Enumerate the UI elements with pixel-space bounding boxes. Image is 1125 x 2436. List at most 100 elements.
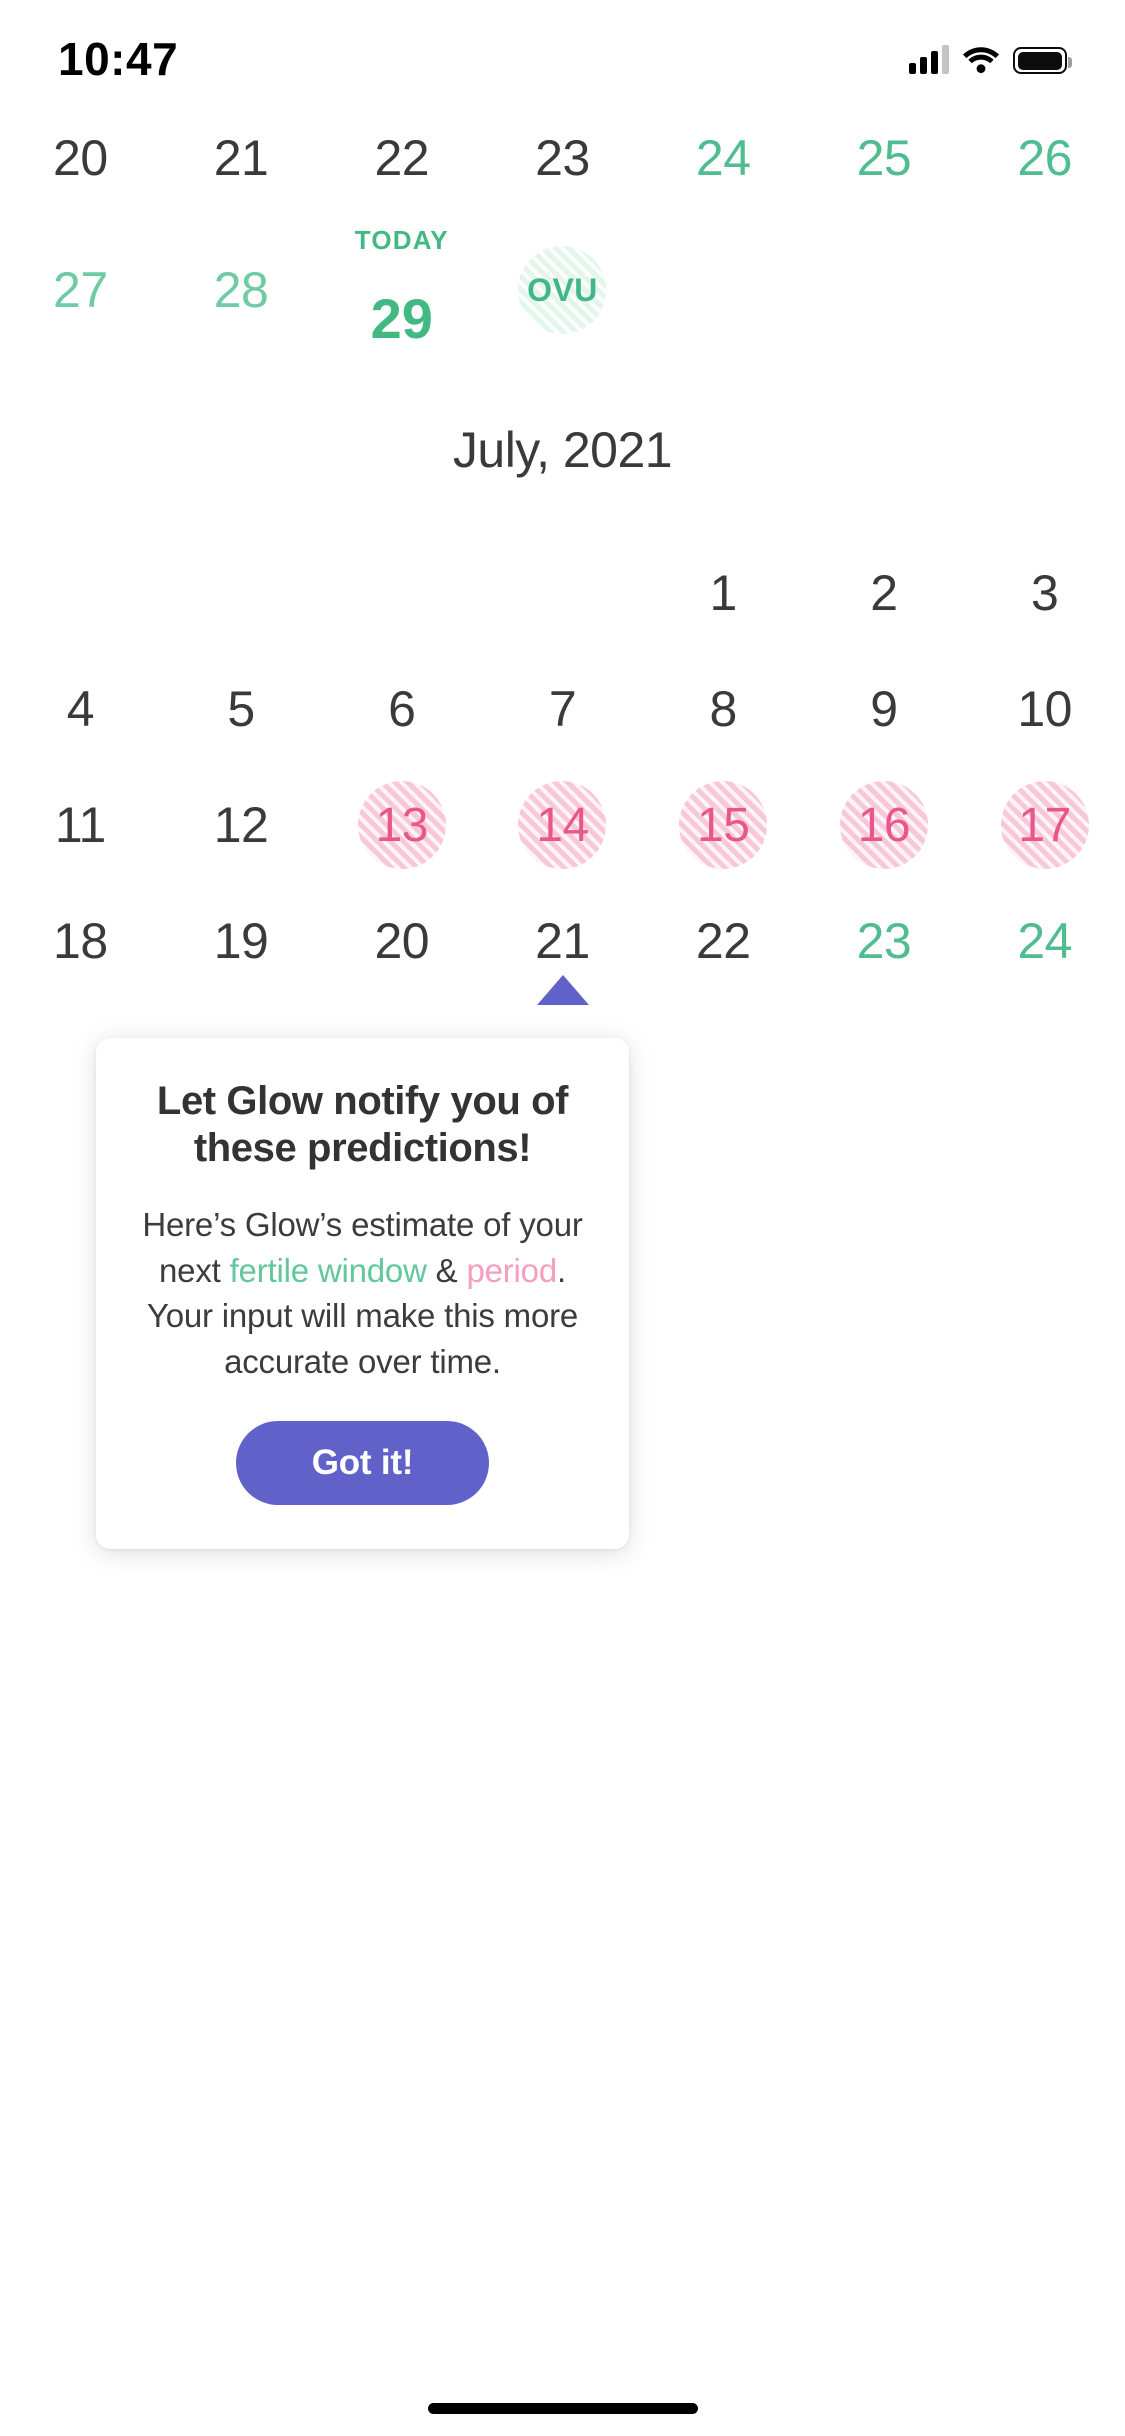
calendar-day[interactable]: 18 [0,883,161,999]
wifi-icon [963,46,999,74]
calendar-day[interactable]: 21 [161,100,322,215]
day-label: 21 [535,913,590,969]
day-label: 4 [66,681,95,737]
day-label: 27 [53,262,108,318]
day-label: 22 [695,913,751,969]
calendar-week-row: 20 21 22 23 24 25 26 [0,100,1125,215]
calendar-day-empty [0,535,161,651]
day-label: 21 [213,129,269,186]
notification-popup-card: Let Glow notify you of these predictions… [96,1038,629,1549]
status-bar-icons [909,44,1072,74]
today-label: TODAY [354,225,449,255]
day-label: 23 [535,129,590,186]
calendar-day[interactable]: 22 [643,883,804,999]
calendar-day[interactable]: 23 [482,100,643,215]
calendar-day-empty [964,215,1125,365]
app-screen: 10:47 20 21 22 23 24 25 26 27 28 TODAY 2… [0,0,1125,2436]
day-label: 10 [1017,681,1072,737]
calendar-week-row: 1 2 3 [0,535,1125,651]
cellular-signal-icon [909,44,949,74]
calendar-day-fertile[interactable]: 23 [804,883,965,999]
popup-body: Here’s Glow’s estimate of your next fert… [132,1202,593,1384]
period-badge: 14 [518,781,607,869]
period-badge: 16 [839,781,928,869]
calendar-day-fertile[interactable]: 28 [161,215,322,365]
calendar-day[interactable]: 9 [804,651,965,767]
calendar-day-empty [804,215,965,365]
calendar-day-empty [161,535,322,651]
day-label: 24 [695,129,751,186]
calendar-week-row-today: 27 28 TODAY 29 OVU [0,215,1125,365]
calendar-day-period[interactable]: 16 [804,767,965,883]
day-label: 20 [374,913,430,969]
day-label: 2 [870,565,898,621]
period-badge: 15 [679,781,768,869]
day-label: 23 [856,913,912,969]
calendar: 20 21 22 23 24 25 26 27 28 TODAY 29 OVU … [0,100,1125,999]
day-label: 11 [54,797,106,853]
calendar-day[interactable]: 3 [964,535,1125,651]
calendar-day[interactable]: 5 [161,651,322,767]
popup-body-fertile-window: fertile window [229,1251,427,1289]
got-it-button[interactable]: Got it! [236,1420,489,1505]
calendar-day[interactable]: 12 [161,767,322,883]
calendar-day-empty [482,535,643,651]
day-label: 8 [709,681,738,737]
popup-title: Let Glow notify you of these predictions… [156,1079,569,1171]
calendar-day[interactable]: 20 [321,883,482,999]
day-label: 7 [548,681,577,737]
calendar-day[interactable]: 1 [643,535,804,651]
calendar-day[interactable]: 22 [321,100,482,215]
calendar-day[interactable]: 7 [482,651,643,767]
calendar-day[interactable]: 4 [0,651,161,767]
ovulation-badge: OVU [518,246,607,334]
calendar-day-fertile[interactable]: 25 [804,100,965,215]
period-badge: 13 [357,781,446,869]
calendar-day-period[interactable]: 13 [321,767,482,883]
calendar-day-fertile[interactable]: 24 [643,100,804,215]
day-label: 5 [227,681,255,737]
day-label: 28 [213,262,269,318]
day-label: 12 [213,797,269,853]
calendar-day-empty [643,215,804,365]
calendar-day-empty [321,535,482,651]
day-label: 25 [856,129,912,186]
calendar-day-period[interactable]: 14 [482,767,643,883]
day-label: 6 [388,681,416,737]
month-title: July, 2021 [452,422,673,478]
day-label: 26 [1017,129,1072,186]
status-bar-time: 10:47 [58,33,179,85]
calendar-day[interactable]: 2 [804,535,965,651]
popup-body-period: period [466,1251,557,1289]
calendar-day[interactable]: 10 [964,651,1125,767]
day-label: 20 [53,129,108,186]
day-label: 24 [1017,913,1072,969]
tooltip-arrow-icon [536,975,589,1005]
popup-body-ampersand: & [426,1251,467,1289]
calendar-day[interactable]: 11 [0,767,161,883]
calendar-day[interactable]: 6 [321,651,482,767]
calendar-day-fertile[interactable]: 27 [0,215,161,365]
status-bar: 10:47 [0,0,1125,100]
calendar-day-fertile[interactable]: 26 [964,100,1125,215]
calendar-week-row: 4 5 6 7 8 9 10 [0,651,1125,767]
day-label: 3 [1030,565,1059,621]
calendar-day-ovulation[interactable]: OVU [482,215,643,365]
day-label: 18 [53,913,108,969]
calendar-day[interactable]: 19 [161,883,322,999]
battery-icon [1013,47,1072,74]
calendar-day-period[interactable]: 15 [643,767,804,883]
calendar-day-fertile[interactable]: 24 [964,883,1125,999]
calendar-week-row: 11 12 13 14 15 16 17 [0,767,1125,883]
home-indicator[interactable] [427,2403,698,2414]
calendar-day[interactable]: 8 [643,651,804,767]
calendar-day[interactable]: 20 [0,100,161,215]
day-label: 22 [374,129,430,186]
day-label: 29 [370,287,433,350]
period-badge: 17 [1000,781,1089,869]
day-label: 19 [213,913,269,969]
day-label: 1 [709,565,738,621]
calendar-day-today[interactable]: TODAY 29 [321,215,482,365]
day-label: 9 [870,681,898,737]
calendar-day-period[interactable]: 17 [964,767,1125,883]
